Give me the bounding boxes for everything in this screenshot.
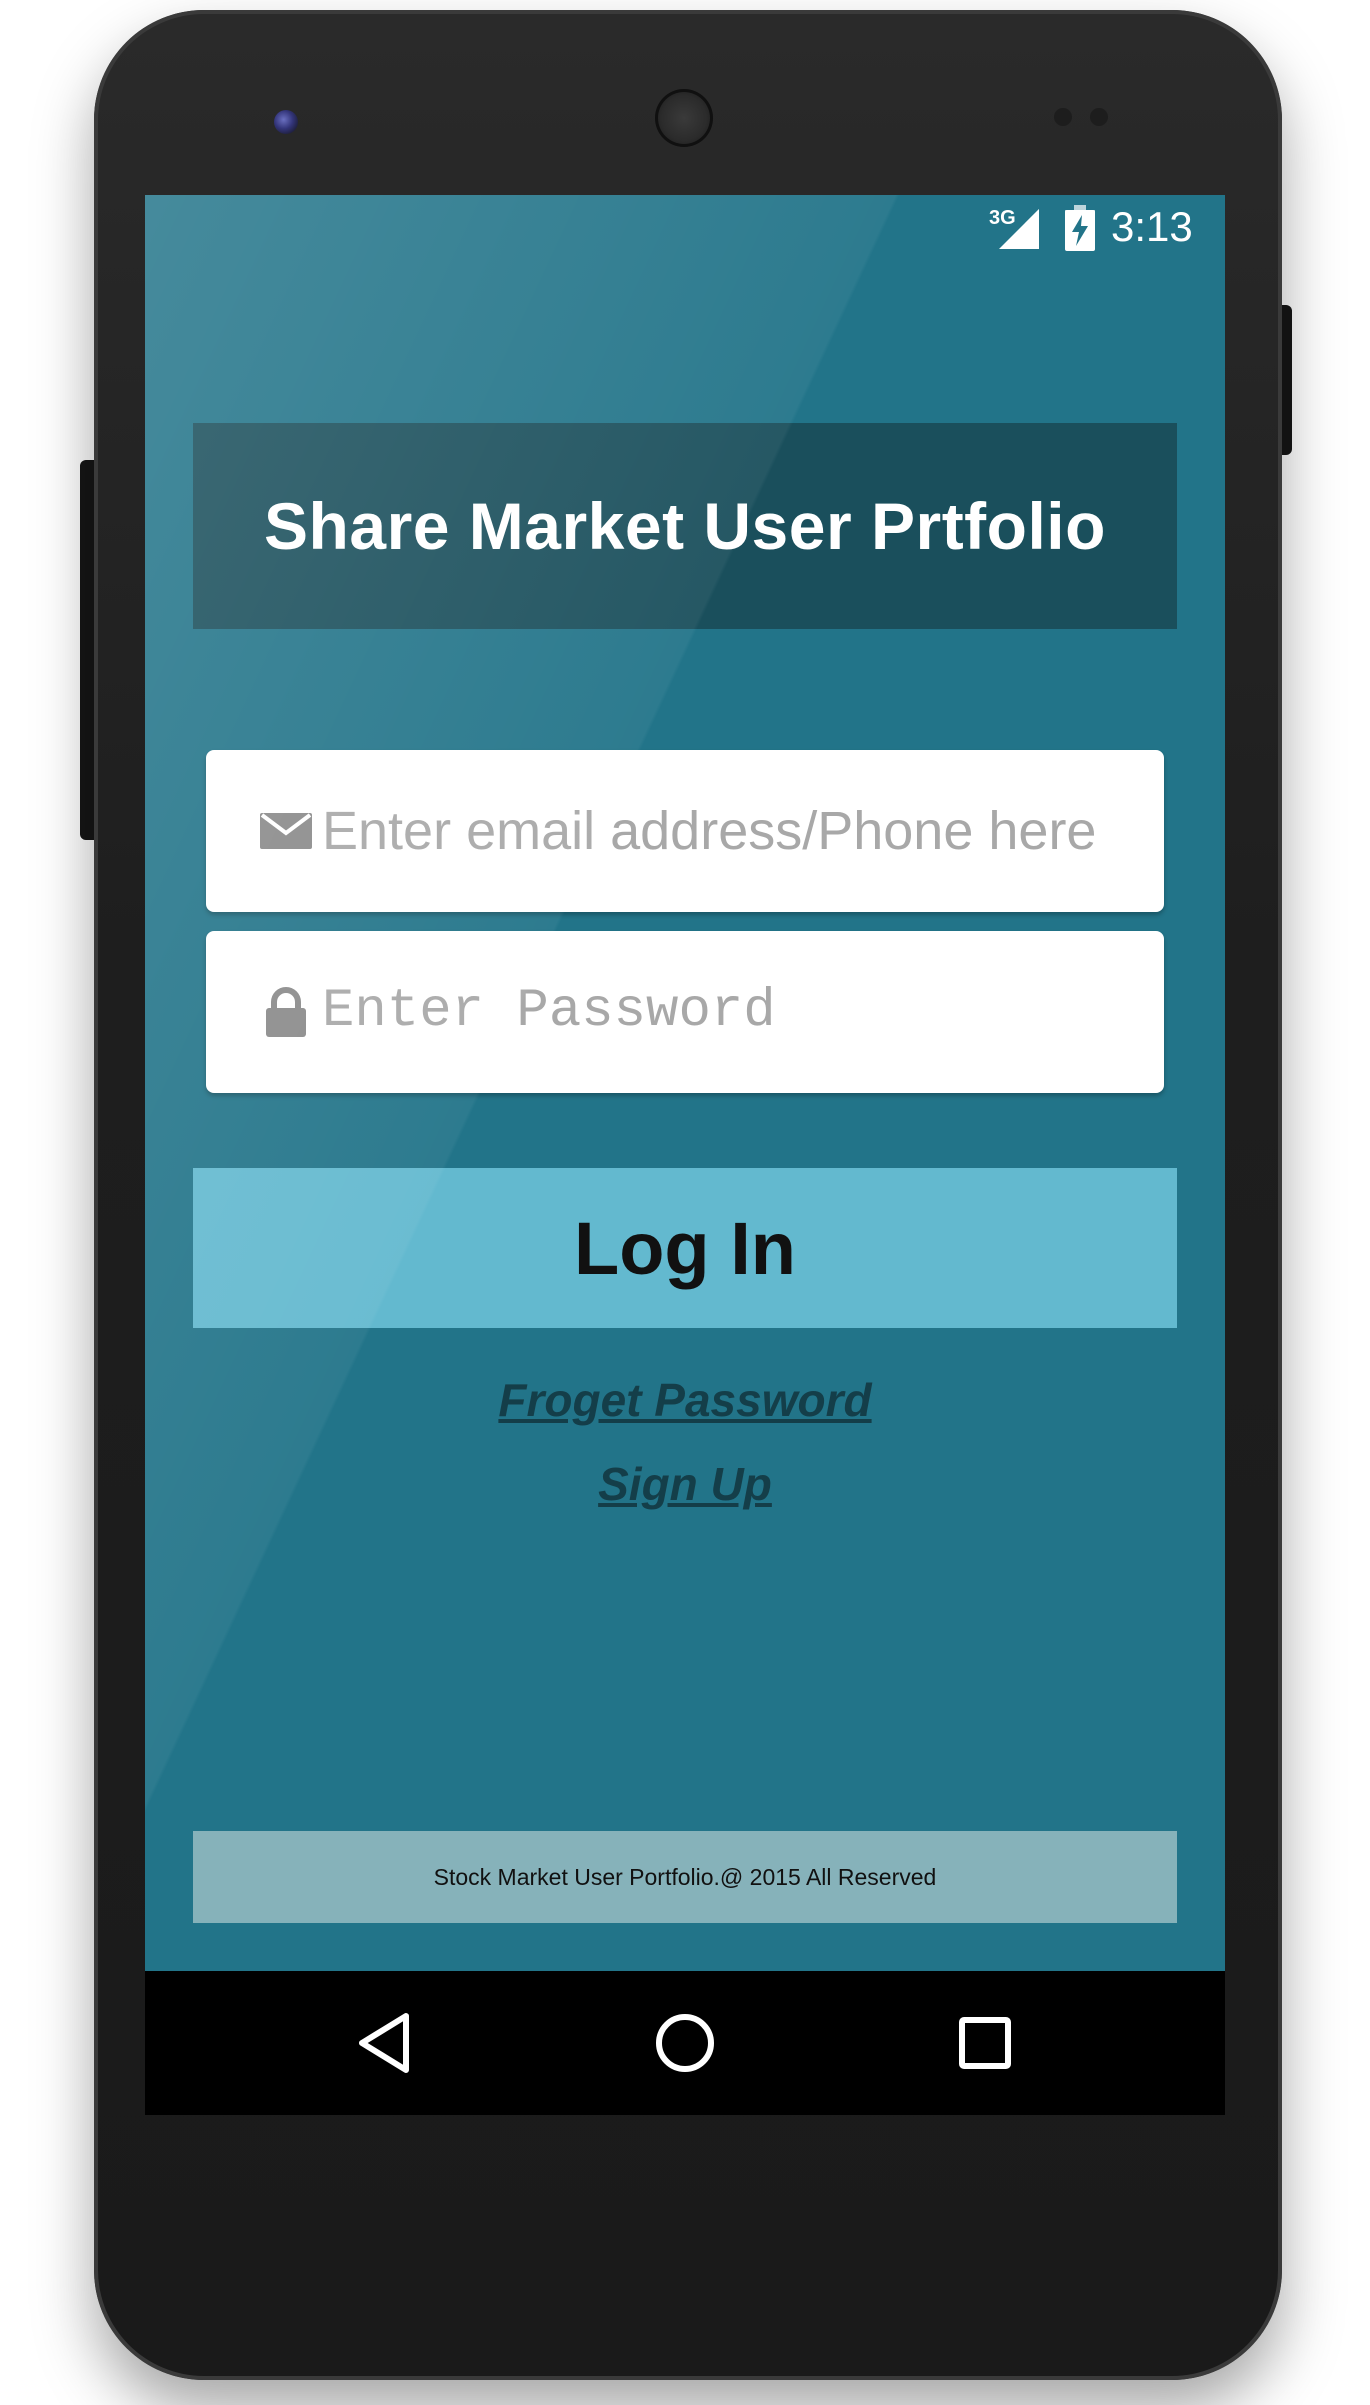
sign-up-link[interactable]: Sign Up: [145, 1457, 1225, 1511]
device-mockup: 3G 3:13 Share Market User Prtfolio Enter…: [0, 0, 1370, 2405]
navigation-bar: [145, 1971, 1225, 2115]
earpiece-speaker: [655, 89, 713, 147]
email-icon: [260, 813, 312, 849]
password-placeholder: Enter Password: [322, 981, 776, 1042]
forgot-password-link[interactable]: Froget Password: [145, 1373, 1225, 1427]
footer: Stock Market User Portfolio.@ 2015 All R…: [193, 1831, 1177, 1923]
title-banner: Share Market User Prtfolio: [193, 423, 1177, 629]
clock: 3:13: [1111, 203, 1193, 250]
battery-charging-icon: [1065, 205, 1095, 251]
lock-icon: [266, 987, 306, 1037]
light-sensor: [1090, 108, 1108, 126]
front-camera: [274, 110, 298, 134]
email-placeholder: Enter email address/Phone here: [322, 801, 1097, 861]
recents-icon[interactable]: [950, 2008, 1020, 2078]
signal-icon: [999, 209, 1039, 249]
app-screen: 3G 3:13 Share Market User Prtfolio Enter…: [145, 195, 1225, 2115]
login-button-label: Log In: [574, 1206, 796, 1290]
proximity-sensor: [1054, 108, 1072, 126]
email-field[interactable]: Enter email address/Phone here: [206, 750, 1164, 912]
password-field[interactable]: Enter Password: [206, 931, 1164, 1093]
footer-copyright: Stock Market User Portfolio.@ 2015 All R…: [433, 1863, 937, 1890]
login-button[interactable]: Log In: [193, 1168, 1177, 1328]
page-title: Share Market User Prtfolio: [264, 489, 1106, 563]
status-bar: 3G 3:13: [145, 195, 1225, 271]
home-icon[interactable]: [650, 2008, 720, 2078]
back-icon[interactable]: [350, 2008, 420, 2078]
